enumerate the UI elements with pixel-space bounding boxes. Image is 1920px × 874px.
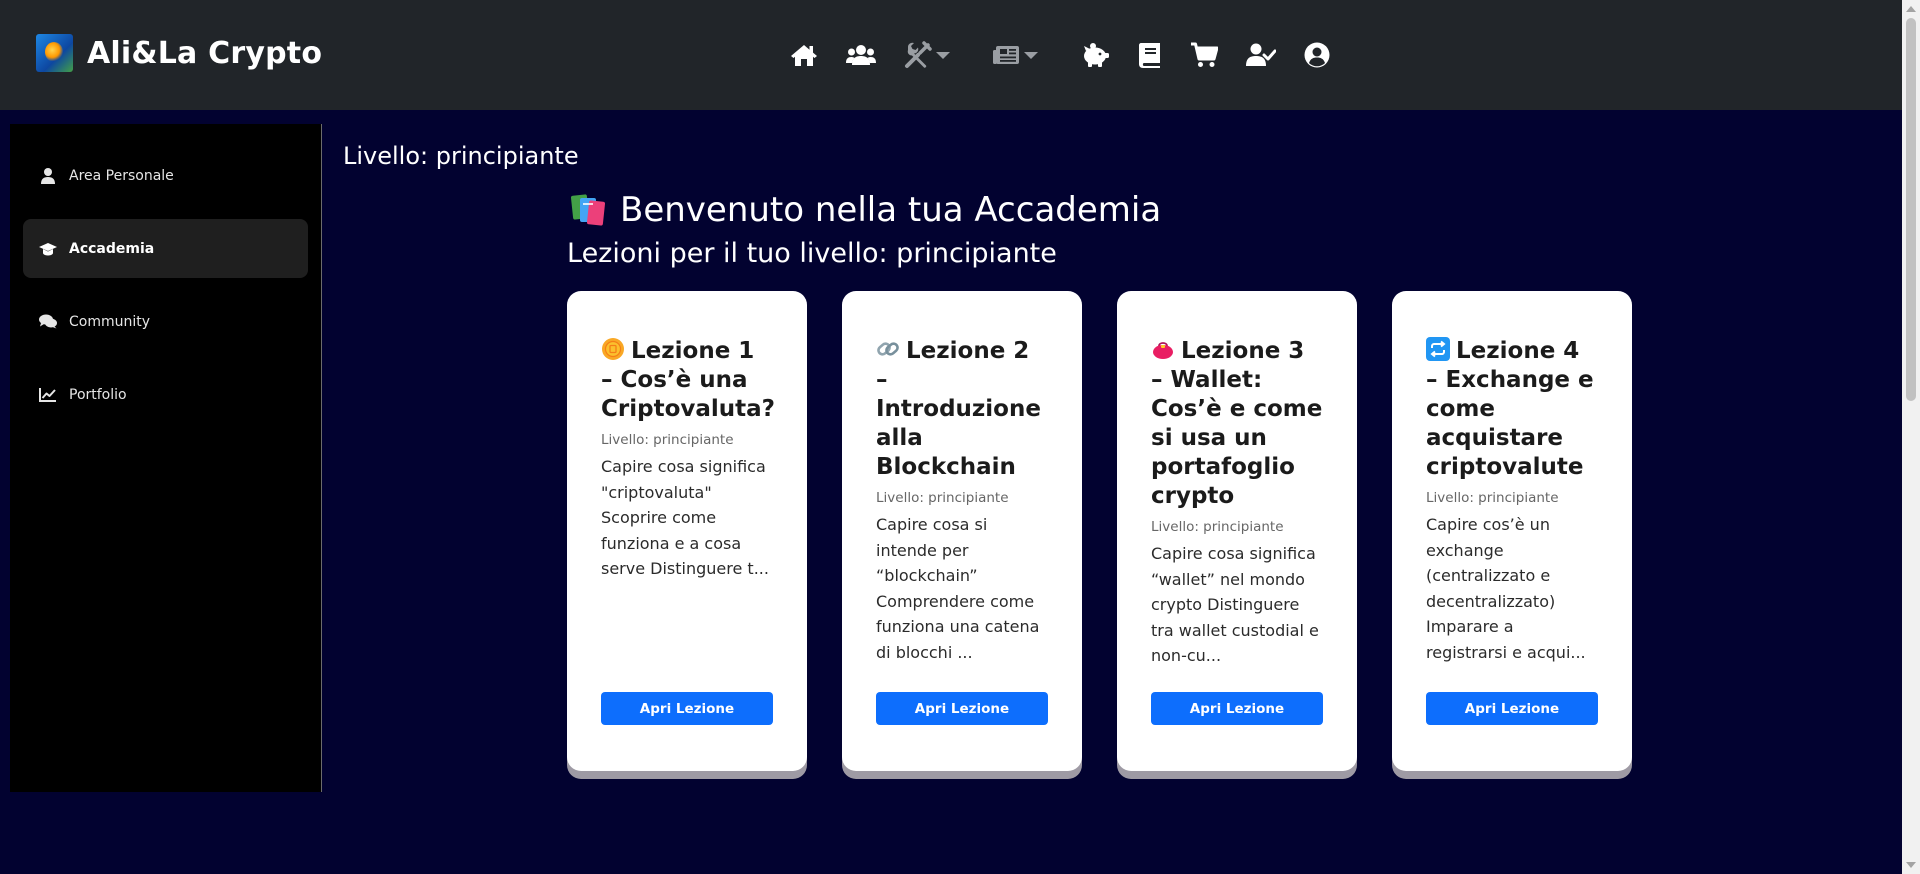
open-lesson-button[interactable]: Apri Lezione bbox=[601, 692, 773, 725]
lesson-card: Lezione 4 – Exchange e come acquistare c… bbox=[1392, 291, 1632, 771]
cart-icon[interactable] bbox=[1190, 36, 1218, 74]
page-title-text: Benvenuto nella tua Accademia bbox=[620, 190, 1162, 230]
comments-icon bbox=[39, 313, 57, 331]
lesson-description: Capire cosa si intende per “blockchain” … bbox=[876, 515, 1040, 662]
lesson-title: Lezione 1 – Cos’è una Criptovaluta? bbox=[601, 337, 775, 422]
lesson-card: Lezione 1 – Cos’è una Criptovaluta? Live… bbox=[567, 291, 807, 771]
coin-icon bbox=[601, 337, 625, 361]
link-icon bbox=[876, 337, 900, 361]
users-icon[interactable] bbox=[846, 36, 876, 74]
user-check-icon[interactable] bbox=[1246, 36, 1276, 74]
lesson-card: Lezione 3 – Wallet: Cos’è e come si usa … bbox=[1117, 291, 1357, 771]
home-icon[interactable] bbox=[790, 36, 818, 74]
sidebar-item-accademia[interactable]: Accademia bbox=[23, 219, 308, 278]
lesson-description: Capire cos’è un exchange (centralizzato … bbox=[1426, 515, 1586, 662]
chevron-down-icon bbox=[1024, 51, 1038, 59]
lesson-level: Livello: principiante bbox=[876, 490, 1009, 506]
lesson-title: Lezione 3 – Wallet: Cos’è e come si usa … bbox=[1151, 337, 1323, 509]
page-subtitle: Lezioni per il tuo livello: principiante bbox=[567, 238, 1057, 269]
lesson-card: Lezione 2 – Introduzione alla Blockchain… bbox=[842, 291, 1082, 771]
purse-icon bbox=[1151, 337, 1175, 361]
nav-icons bbox=[790, 36, 1358, 74]
lesson-description: Capire cosa significa "criptovaluta" Sco… bbox=[601, 457, 769, 578]
scroll-down-arrow-icon[interactable] bbox=[1906, 862, 1916, 868]
newspaper-icon[interactable] bbox=[992, 36, 1038, 74]
sidebar-item-area-personale[interactable]: Area Personale bbox=[23, 146, 308, 205]
scrollbar[interactable] bbox=[1902, 0, 1920, 874]
chart-line-icon bbox=[39, 386, 57, 404]
open-lesson-button[interactable]: Apri Lezione bbox=[1426, 692, 1598, 725]
sidebar-item-label: Portfolio bbox=[69, 386, 127, 403]
sidebar-item-label: Area Personale bbox=[69, 167, 174, 184]
open-lesson-button[interactable]: Apri Lezione bbox=[876, 692, 1048, 725]
user-circle-icon[interactable] bbox=[1304, 36, 1330, 74]
scroll-up-arrow-icon[interactable] bbox=[1906, 6, 1916, 12]
user-icon bbox=[39, 167, 57, 185]
book-icon[interactable] bbox=[1138, 36, 1162, 74]
lesson-title: Lezione 2 – Introduzione alla Blockchain bbox=[876, 337, 1041, 480]
open-lesson-button[interactable]: Apri Lezione bbox=[1151, 692, 1323, 725]
sidebar: Area Personale Accademia Community Portf… bbox=[10, 124, 322, 792]
lesson-level: Livello: principiante bbox=[1426, 490, 1559, 506]
sidebar-item-portfolio[interactable]: Portfolio bbox=[23, 365, 308, 424]
sidebar-item-label: Accademia bbox=[69, 240, 155, 257]
level-label: Livello: principiante bbox=[343, 142, 579, 170]
page-title: Benvenuto nella tua Accademia bbox=[570, 190, 1161, 230]
lesson-cards: Lezione 1 – Cos’è una Criptovaluta? Live… bbox=[567, 291, 1667, 771]
books-icon bbox=[570, 193, 606, 227]
lesson-description: Capire cosa significa “wallet” nel mondo… bbox=[1151, 544, 1319, 665]
lesson-level: Livello: principiante bbox=[1151, 519, 1284, 535]
lesson-level: Livello: principiante bbox=[601, 432, 734, 448]
repeat-icon bbox=[1426, 337, 1450, 361]
sidebar-item-community[interactable]: Community bbox=[23, 292, 308, 351]
chevron-down-icon bbox=[936, 51, 950, 59]
brand[interactable]: Ali&La Crypto bbox=[36, 34, 322, 72]
tools-icon[interactable] bbox=[904, 36, 950, 74]
graduation-cap-icon bbox=[39, 240, 57, 258]
top-navbar: Ali&La Crypto bbox=[0, 0, 1902, 110]
brand-logo bbox=[36, 34, 73, 72]
lesson-title: Lezione 4 – Exchange e come acquistare c… bbox=[1426, 337, 1594, 480]
sidebar-item-label: Community bbox=[69, 313, 151, 330]
brand-name: Ali&La Crypto bbox=[87, 35, 323, 71]
piggy-bank-icon[interactable] bbox=[1080, 36, 1110, 74]
scrollbar-thumb[interactable] bbox=[1906, 18, 1916, 401]
